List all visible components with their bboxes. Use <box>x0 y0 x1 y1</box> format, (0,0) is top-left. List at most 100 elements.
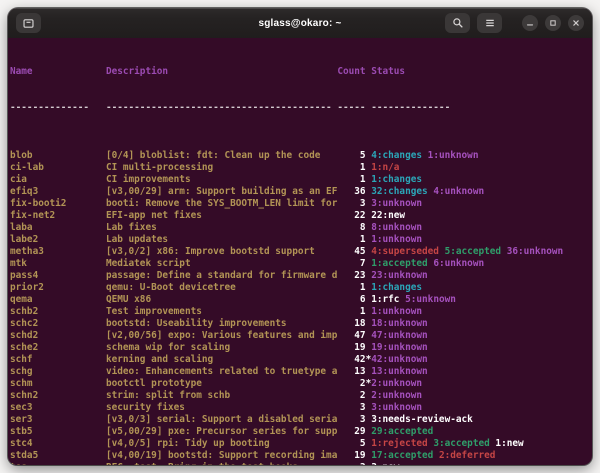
series-name: schm <box>10 378 106 390</box>
series-statuses: 1:rejected 3:accepted 1:new <box>371 438 523 450</box>
series-count: 1 <box>337 174 365 186</box>
series-description: Mediatek script <box>106 258 337 270</box>
series-statuses: 1:unknown <box>371 306 422 318</box>
series-statuses: 1:rfc 5:unknown <box>371 294 456 306</box>
menu-button[interactable] <box>477 13 502 33</box>
series-statuses: 23:unknown <box>371 270 427 282</box>
status-badge: 2:unknown <box>371 378 422 389</box>
separator-name: -------------- <box>10 102 106 114</box>
terminal-window: sglass@okaro: ~ <box>8 8 592 465</box>
titlebar[interactable]: sglass@okaro: ~ <box>8 8 592 38</box>
series-statuses: 1:changes <box>371 174 422 186</box>
menu-icon <box>484 17 496 29</box>
series-count: 19 <box>337 450 365 462</box>
series-description: [v4,0/5] rpi: Tidy up booting <box>106 438 337 450</box>
series-description: CI multi-processing <box>106 162 337 174</box>
series-name: ser3 <box>10 414 106 426</box>
series-statuses: 1:n/a <box>371 162 399 174</box>
series-description: [v3,0/2] x86: Improve bootstd support <box>106 246 337 258</box>
series-description: [0/4] bloblist: fdt: Clean up the code <box>106 150 337 162</box>
table-header-row: Name Description Count Status <box>10 66 592 78</box>
table-row: schgvideo: Enhancements related to truet… <box>10 366 592 378</box>
series-statuses: 4:changes 1:unknown <box>371 150 478 162</box>
status-badge: 1:rfc <box>371 294 399 305</box>
maximize-icon <box>548 18 558 28</box>
series-name: sec3 <box>10 402 106 414</box>
series-statuses: 17:accepted 2:deferred <box>371 450 495 462</box>
series-description: Lab fixes <box>106 222 337 234</box>
minimize-button[interactable] <box>522 15 538 31</box>
series-count: 1 <box>337 306 365 318</box>
series-statuses: 29:accepted <box>371 426 433 438</box>
table-row: stc4[v4,0/5] rpi: Tidy up booting5 1:reje… <box>10 438 592 450</box>
close-button[interactable] <box>568 15 584 31</box>
series-statuses: 19:unknown <box>371 342 427 354</box>
series-count: 13 <box>337 366 365 378</box>
table-row: fix-net2EFI-app net fixes2222:new <box>10 210 592 222</box>
series-count: 1 <box>337 234 365 246</box>
status-badge: 1:changes <box>371 174 422 185</box>
series-description: [v3,0/3] serial: Support a disabled seri… <box>106 414 337 426</box>
status-badge: 1:rejected <box>371 438 427 449</box>
series-name: schf <box>10 354 106 366</box>
series-name: schb2 <box>10 306 106 318</box>
table-row: pass4passage: Define a standard for firm… <box>10 270 592 282</box>
series-count: 6 <box>337 294 365 306</box>
maximize-button[interactable] <box>545 15 561 31</box>
table-row: schn2strim: split from schb22:unknown <box>10 390 592 402</box>
status-badge: 1:new <box>495 438 523 449</box>
series-count: 8 <box>337 222 365 234</box>
series-description: schema wip for scaling <box>106 342 337 354</box>
series-name: stb5 <box>10 426 106 438</box>
table-row: schd2[v2,00/56] expo: Various features a… <box>10 330 592 342</box>
series-name: qema <box>10 294 106 306</box>
series-count: 3 <box>337 414 365 426</box>
series-name: stc4 <box>10 438 106 450</box>
series-statuses: 2:unknown <box>371 390 422 402</box>
series-name: pass4 <box>10 270 106 282</box>
table-row: ser3[v3,0/3] serial: Support a disabled … <box>10 414 592 426</box>
table-row: tesRFC: test: Bring in the test hooks33:… <box>10 462 592 465</box>
series-description: video: Enhancements related to truetype … <box>106 366 337 378</box>
series-description: Lab updates <box>106 234 337 246</box>
table-row: labe2Lab updates11:unknown <box>10 234 592 246</box>
series-description: strim: split from schb <box>106 390 337 402</box>
app-window-icon <box>22 17 35 30</box>
status-badge: 8:unknown <box>371 222 422 233</box>
search-button[interactable] <box>445 13 470 33</box>
table-row: schc2bootstd: Useability improvements181… <box>10 318 592 330</box>
status-badge: 4:superseded <box>371 246 439 257</box>
series-statuses: 3:unknown <box>371 198 422 210</box>
series-description: Test improvements <box>106 306 337 318</box>
table-separator-top: -------------- -------------------------… <box>10 102 592 114</box>
series-count: 1 <box>337 282 365 294</box>
minimize-icon <box>525 18 535 28</box>
terminal-screen[interactable]: Name Description Count Status ----------… <box>8 38 592 465</box>
status-badge: 5:unknown <box>405 294 456 305</box>
series-description: qemu: U-Boot devicetree <box>106 282 337 294</box>
series-statuses: 2:unknown <box>371 378 422 390</box>
series-name: ci-lab <box>10 162 106 174</box>
separator-count: ----- <box>337 102 365 114</box>
series-count: 3 <box>337 462 365 465</box>
series-statuses: 1:unknown <box>371 234 422 246</box>
series-description: [v3,00/29] arm: Support building as an E… <box>106 186 337 198</box>
series-description: [v5,00/29] pxe: Precursor series for sup… <box>106 426 337 438</box>
series-name: cia <box>10 174 106 186</box>
status-badge: 42:unknown <box>371 354 427 365</box>
series-count: 3 <box>337 198 365 210</box>
status-badge: 1:accepted <box>371 258 427 269</box>
series-count: 5 <box>337 438 365 450</box>
table-row: ci-labCI multi-processing1 1:n/a <box>10 162 592 174</box>
series-description: security fixes <box>106 402 337 414</box>
series-count: 29 <box>337 426 365 438</box>
table-row: qemaQEMU x866 1:rfc 5:unknown <box>10 294 592 306</box>
series-count: 1 <box>337 162 365 174</box>
table-row: schmbootctl prototype2*2:unknown <box>10 378 592 390</box>
column-header-description: Description <box>106 66 337 78</box>
series-description: QEMU x86 <box>106 294 337 306</box>
app-button[interactable] <box>16 13 41 33</box>
series-count: 23 <box>337 270 365 282</box>
status-badge: 1:unknown <box>371 306 422 317</box>
series-statuses: 3:unknown <box>371 402 422 414</box>
